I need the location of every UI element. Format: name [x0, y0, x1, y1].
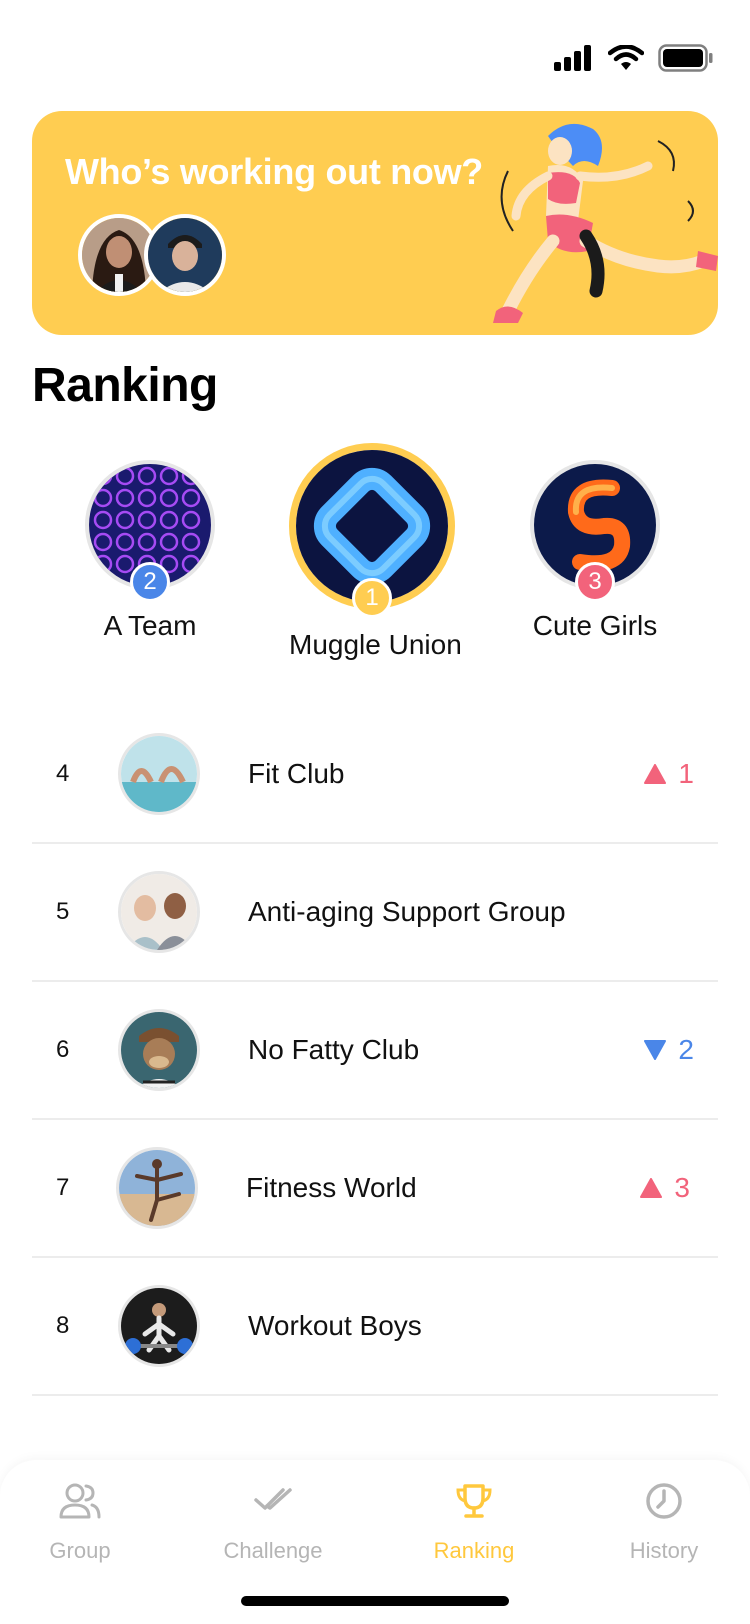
group-avatar[interactable] — [118, 871, 200, 953]
status-icons — [554, 44, 714, 72]
podium-avatar-cute-girls[interactable]: 3 — [530, 460, 660, 602]
tab-ranking[interactable]: Ranking — [404, 1478, 544, 1564]
double-check-icon — [254, 1488, 292, 1510]
podium-name: A Team — [103, 610, 197, 641]
list-item[interactable]: 6 No Fatty Club 2 — [32, 982, 718, 1120]
rank-change: 2 — [644, 1034, 694, 1066]
clock-icon — [646, 1483, 682, 1519]
battery-icon — [658, 44, 713, 72]
rank-change-value: 3 — [674, 1172, 690, 1203]
wifi-icon — [608, 45, 644, 70]
list-item[interactable]: 8 Workout Boys — [32, 1258, 718, 1396]
list-item[interactable]: 5 Anti-aging Support Group — [32, 844, 718, 982]
rank-badge: 1 — [352, 578, 392, 618]
rank-number: 6 — [56, 1036, 70, 1063]
tab-group[interactable]: Group — [10, 1478, 150, 1564]
podium-item-2[interactable]: 2 A Team — [85, 460, 215, 642]
group-name: Anti-aging Support Group — [248, 896, 566, 927]
banner-title: Who’s working out now? — [65, 151, 483, 192]
podium-item-3[interactable]: 3 Cute Girls — [530, 460, 660, 642]
podium-name: Cute Girls — [532, 610, 658, 641]
podium-name: Muggle Union — [289, 629, 462, 660]
group-avatar[interactable] — [118, 1009, 200, 1091]
podium-avatar-muggle-union[interactable]: 1 — [289, 443, 455, 618]
signal-icon — [554, 45, 591, 71]
rank-number: 8 — [56, 1312, 70, 1339]
ranking-title: Ranking — [32, 359, 218, 412]
trophy-icon — [456, 1484, 492, 1518]
rank-badge: 2 — [130, 562, 170, 602]
rank-up-icon — [644, 764, 667, 784]
rank-change: 1 — [644, 758, 694, 790]
ranking-list: 4 Fit Club 1 5 Anti-aging Support Group … — [32, 706, 718, 1396]
rank-change-value: 1 — [678, 758, 694, 789]
list-item[interactable]: 7 Fitness World 3 — [32, 1120, 718, 1258]
rank-down-icon — [644, 1040, 667, 1060]
rank-number: 5 — [56, 898, 70, 925]
group-avatar[interactable] — [118, 733, 200, 815]
tab-label: Group — [49, 1538, 111, 1563]
group-avatar[interactable] — [118, 1285, 200, 1367]
working-out-banner[interactable]: Who’s working out now? — [32, 111, 718, 335]
users-icon — [59, 1483, 101, 1519]
rank-number: 4 — [56, 760, 70, 787]
podium-avatar-a-team[interactable]: 2 — [85, 460, 215, 602]
status-bar — [0, 0, 750, 100]
group-name: No Fatty Club — [248, 1034, 420, 1065]
group-name: Fitness World — [246, 1172, 417, 1203]
home-indicator[interactable] — [241, 1596, 509, 1606]
rank-change-value: 2 — [678, 1034, 694, 1065]
tab-label: Ranking — [433, 1538, 515, 1563]
group-avatar[interactable] — [116, 1147, 198, 1229]
rank-change: 3 — [640, 1172, 690, 1204]
podium-item-1[interactable]: 1 Muggle Union — [289, 443, 462, 661]
runner-illustration — [493, 123, 718, 323]
tab-label: History — [629, 1538, 699, 1563]
rank-number: 7 — [56, 1174, 70, 1201]
rank-badge: 3 — [575, 562, 615, 602]
avatar-man[interactable] — [144, 214, 226, 296]
list-item[interactable]: 4 Fit Club 1 — [32, 706, 718, 844]
group-name: Fit Club — [248, 758, 345, 789]
tab-label: Challenge — [223, 1538, 323, 1563]
group-name: Workout Boys — [248, 1310, 422, 1341]
tab-history[interactable]: History — [594, 1478, 734, 1564]
rank-up-icon — [640, 1178, 663, 1198]
active-users-avatars[interactable] — [78, 214, 226, 296]
tab-challenge[interactable]: Challenge — [203, 1478, 343, 1564]
